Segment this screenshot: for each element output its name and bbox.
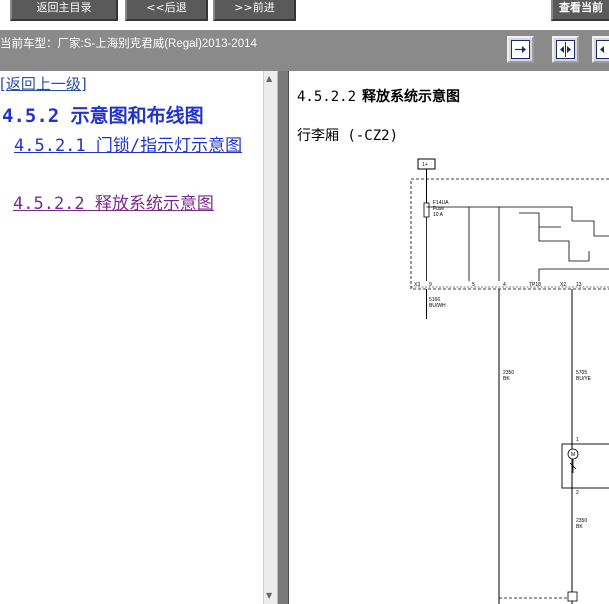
fuse-block-marker: 1+ xyxy=(417,158,436,170)
view-current-button[interactable]: 查看当前 xyxy=(551,0,609,21)
pane-left-icon xyxy=(596,40,609,59)
scroll-down-arrow-icon[interactable]: ▼ xyxy=(266,592,272,600)
wire-label: BK xyxy=(503,376,510,382)
back-button[interactable]: <<后退 xyxy=(125,0,208,21)
wire-label: BU/YE xyxy=(576,376,592,382)
content-pane: 4.5.2.2 释放系统示意图 行李厢 (-CZ2) 1+ F14UA Fuse … xyxy=(289,71,609,604)
nav-pane-scrollbar[interactable]: ▲ ▼ xyxy=(263,71,277,604)
nav-link-release-system-diagram[interactable]: 4.5.2.2 释放系统示意图 xyxy=(13,189,214,214)
internal-wiring xyxy=(426,206,609,281)
wiring-diagram: 1+ F14UA Fuse 10 A X3 9 5 4 TP18 X2 13 5… xyxy=(410,158,609,604)
pin-label: 9 xyxy=(429,282,432,288)
wire-label: BU/WH xyxy=(429,303,446,309)
fuse-block-label: 1+ xyxy=(422,162,428,168)
ground-point-icon xyxy=(567,591,578,602)
actuator-symbol xyxy=(569,459,577,473)
wire-label: BK xyxy=(576,524,583,530)
main-menu-button[interactable]: 返回主目录 xyxy=(10,0,118,21)
pin-label: X2 xyxy=(560,282,566,288)
nav-link-door-lock-diagram[interactable]: 4.5.2.1 门锁/指示灯示意图 xyxy=(0,135,262,157)
page-title-number: 4.5.2.2 xyxy=(297,89,357,105)
expand-right-pane-button[interactable] xyxy=(507,36,534,63)
scroll-up-arrow-icon[interactable]: ▲ xyxy=(266,75,272,83)
pin-label: TP18 xyxy=(529,282,541,288)
forward-button[interactable]: >>前进 xyxy=(213,0,296,21)
pin-label: 4 xyxy=(503,282,506,288)
component-pin-label: 1 xyxy=(576,437,579,443)
fuse-symbol xyxy=(423,202,430,218)
top-toolbar: 返回主目录 <<后退 >>前进 查看当前 xyxy=(0,0,609,30)
component-pin-label: 2 xyxy=(576,490,579,496)
navigation-pane: [返回上一级] 4.5.2 示意图和布线图 4.5.2.1 门锁/指示灯示意图 … xyxy=(0,71,263,604)
motor-label: M xyxy=(571,452,575,458)
page-title: 4.5.2.2 释放系统示意图 xyxy=(297,86,460,106)
page-title-text: 释放系统示意图 xyxy=(362,89,461,105)
pin-label: 5 xyxy=(472,282,475,288)
module-boundary xyxy=(410,178,609,290)
pin-label: 13 xyxy=(576,282,582,288)
pane-right-icon xyxy=(511,40,530,59)
expand-left-pane-button[interactable] xyxy=(592,36,609,63)
page-subtitle: 行李厢 (-CZ2) xyxy=(297,128,399,144)
pin-label: X3 xyxy=(414,282,420,288)
fuse-rating: 10 A xyxy=(433,212,444,218)
current-vehicle-label: 当前车型：厂家:S-上海别克君威(Regal)2013-2014 xyxy=(0,38,257,50)
pane-split-icon xyxy=(556,40,575,59)
back-to-parent-link[interactable]: [返回上一级] xyxy=(0,73,87,94)
split-pane-button[interactable] xyxy=(552,36,579,63)
section-heading: 4.5.2 示意图和布线图 xyxy=(2,105,204,127)
harness-wires xyxy=(426,289,573,604)
pane-splitter[interactable] xyxy=(277,71,289,604)
vehicle-info-bar: 当前车型：厂家:S-上海别克君威(Regal)2013-2014 xyxy=(0,30,609,71)
